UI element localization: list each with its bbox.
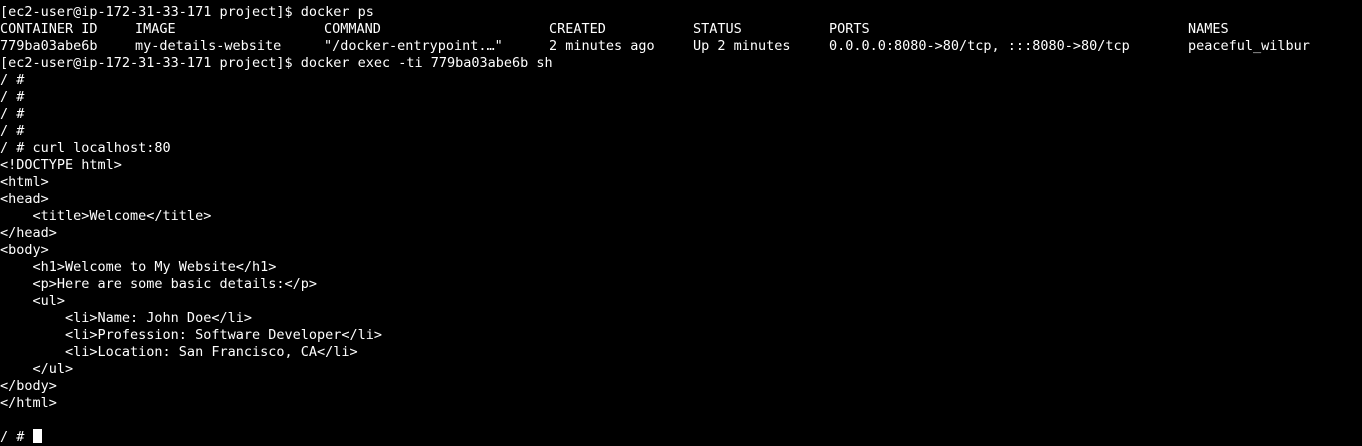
cell-status: Up 2 minutes bbox=[693, 38, 791, 54]
output-line: <li>Name: John Doe</li> bbox=[0, 310, 252, 326]
docker-exec-command-line: [ec2-user@ip-172-31-33-171 project]$ doc… bbox=[0, 55, 553, 71]
header-created: CREATED bbox=[549, 21, 606, 37]
header-ports: PORTS bbox=[829, 21, 870, 37]
shell-prompt-line: / # bbox=[0, 123, 25, 139]
cell-names: peaceful_wilbur bbox=[1188, 38, 1310, 54]
output-line: <html> bbox=[0, 174, 49, 190]
output-line: </html> bbox=[0, 395, 57, 411]
output-line: <!DOCTYPE html> bbox=[0, 157, 122, 173]
docker-ps-header-row: CONTAINER ID IMAGE COMMAND CREATED STATU… bbox=[0, 21, 1362, 38]
output-line: <title>Welcome</title> bbox=[0, 208, 212, 224]
active-prompt-line[interactable]: / # bbox=[0, 429, 1362, 446]
cell-container-id: 779ba03abe6b bbox=[0, 38, 98, 54]
terminal-window[interactable]: [ec2-user@ip-172-31-33-171 project]$ doc… bbox=[0, 4, 1362, 445]
output-line: <head> bbox=[0, 191, 49, 207]
curl-command-line: / # curl localhost:80 bbox=[0, 140, 171, 156]
header-command: COMMAND bbox=[324, 21, 381, 37]
output-line: <li>Profession: Software Developer</li> bbox=[0, 327, 383, 343]
output-line: <p>Here are some basic details:</p> bbox=[0, 276, 317, 292]
shell-prompt-line: / # bbox=[0, 106, 25, 122]
docker-ps-data-row: 779ba03abe6b my-details-website "/docker… bbox=[0, 38, 1362, 55]
cell-command: "/docker-entrypoint.…" bbox=[324, 38, 503, 54]
output-line: <body> bbox=[0, 242, 49, 258]
output-line: <ul> bbox=[0, 293, 66, 309]
header-names: NAMES bbox=[1188, 21, 1229, 37]
shell-prompt-line: / # bbox=[0, 89, 25, 105]
final-prompt: / # bbox=[0, 429, 33, 445]
shell-prompt-line: / # bbox=[0, 72, 25, 88]
output-line: <li>Location: San Francisco, CA</li> bbox=[0, 344, 358, 360]
docker-ps-command-line: [ec2-user@ip-172-31-33-171 project]$ doc… bbox=[0, 4, 374, 20]
output-line: <h1>Welcome to My Website</h1> bbox=[0, 259, 277, 275]
header-status: STATUS bbox=[693, 21, 742, 37]
output-line: </body> bbox=[0, 378, 57, 394]
header-image: IMAGE bbox=[135, 21, 176, 37]
output-line: </head> bbox=[0, 225, 57, 241]
text-cursor bbox=[32, 429, 42, 443]
cell-image: my-details-website bbox=[135, 38, 282, 54]
cell-created: 2 minutes ago bbox=[549, 38, 655, 54]
cell-ports: 0.0.0.0:8080->80/tcp, :::8080->80/tcp bbox=[829, 38, 1130, 54]
output-line: </ul> bbox=[0, 361, 74, 377]
header-container-id: CONTAINER ID bbox=[0, 21, 98, 37]
